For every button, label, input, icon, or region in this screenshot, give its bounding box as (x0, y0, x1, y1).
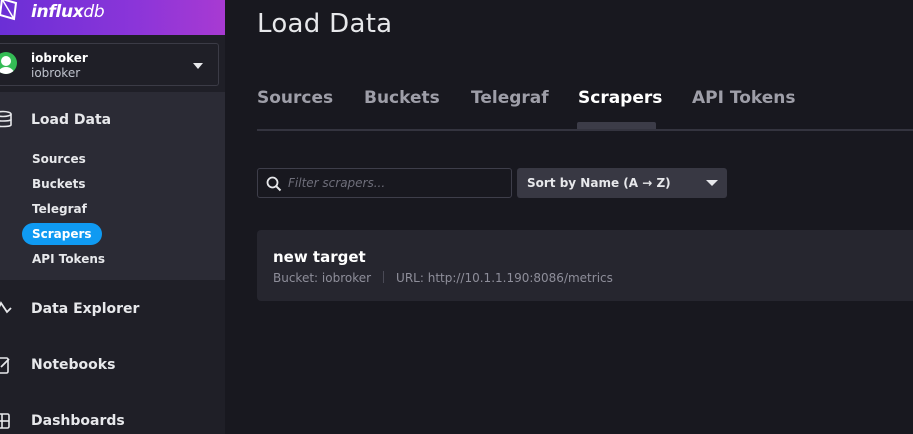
scraper-bucket: Bucket: iobroker (273, 271, 372, 285)
scraper-meta: Bucket: iobroker URL: http://10.1.1.190:8… (273, 271, 613, 285)
sidebar-item-data-explorer[interactable]: Data Explorer (0, 292, 225, 326)
sidebar-item-label: Dashboards (31, 413, 125, 429)
sidebar-subitem-sources[interactable]: Sources (22, 148, 96, 170)
brand-name: influxdb (31, 2, 105, 22)
brand-bar[interactable]: influxdb (0, 0, 225, 35)
chevron-down-icon (706, 180, 718, 186)
sidebar: influxdb iobroker iobroker Load Data Sou… (0, 0, 225, 434)
scraper-name[interactable]: new target (273, 248, 366, 266)
sidebar-subitem-scrapers[interactable]: Scrapers (22, 223, 102, 245)
tab-sources[interactable]: Sources (257, 88, 333, 130)
page-title: Load Data (257, 9, 393, 39)
sort-dropdown[interactable]: Sort by Name (A → Z) (517, 168, 727, 198)
tab-api-tokens[interactable]: API Tokens (692, 88, 795, 130)
tab-telegraf[interactable]: Telegraf (471, 88, 549, 130)
sidebar-item-label: Notebooks (31, 357, 116, 373)
sidebar-item-load-data[interactable]: Load Data (0, 103, 225, 137)
database-icon (0, 110, 12, 128)
notebook-icon (0, 357, 10, 374)
sidebar-item-label: Data Explorer (31, 301, 140, 317)
sidebar-subitem-telegraf[interactable]: Telegraf (22, 198, 97, 220)
sort-label: Sort by Name (A → Z) (527, 176, 671, 190)
sidebar-item-label: Load Data (31, 112, 112, 128)
search-icon (266, 176, 282, 192)
scraper-url: URL: http://10.1.1.190:8086/metrics (396, 271, 613, 285)
avatar (0, 52, 17, 74)
filter-box[interactable] (257, 168, 512, 198)
org-name: iobroker (31, 51, 88, 65)
meta-divider (383, 271, 385, 283)
sidebar-subitem-buckets[interactable]: Buckets (22, 173, 95, 195)
tabs-divider (257, 129, 913, 131)
org-subtitle: iobroker (31, 66, 81, 80)
main-content: Load Data Sources Buckets Telegraf Scrap… (225, 0, 913, 434)
graph-line-icon (0, 301, 12, 314)
scraper-card[interactable]: new target Bucket: iobroker URL: http://1… (257, 230, 913, 301)
filter-scrapers-input[interactable] (288, 169, 508, 197)
chevron-down-icon (193, 63, 203, 69)
tab-buckets[interactable]: Buckets (364, 88, 440, 130)
sidebar-item-dashboards[interactable]: Dashboards (0, 404, 225, 434)
sidebar-subitem-api-tokens[interactable]: API Tokens (22, 248, 115, 270)
influxdb-logo-icon (0, 0, 18, 21)
dashboard-grid-icon (0, 413, 10, 429)
sidebar-item-notebooks[interactable]: Notebooks (0, 348, 225, 382)
org-switcher[interactable]: iobroker iobroker (0, 43, 219, 86)
